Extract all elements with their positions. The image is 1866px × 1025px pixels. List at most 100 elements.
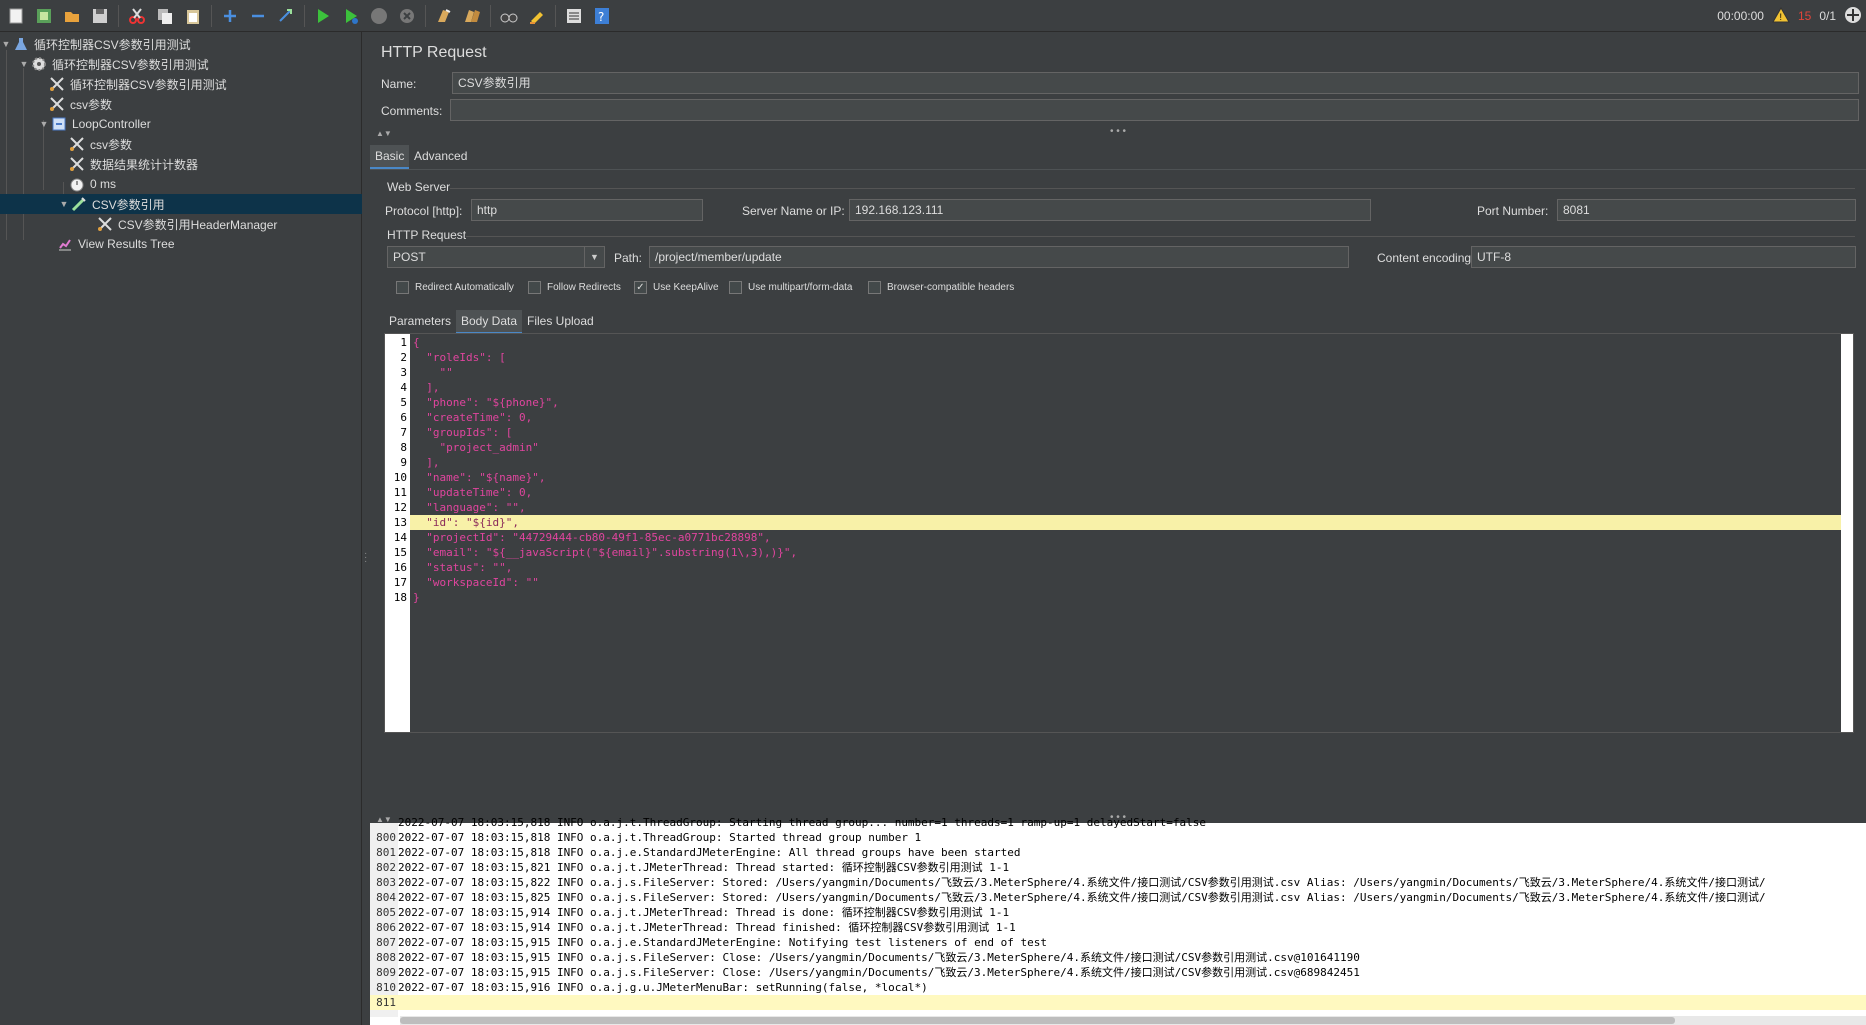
name-field[interactable]: CSV参数引用 xyxy=(452,72,1859,94)
toolbar-separator xyxy=(118,4,119,27)
tab-basic[interactable]: Basic xyxy=(370,145,410,169)
tree-item-timer[interactable]: 0 ms xyxy=(0,174,362,194)
tree-item-csv[interactable]: csv参数 xyxy=(0,94,362,114)
start-icon[interactable] xyxy=(311,4,335,28)
follow-redirects-checkbox[interactable]: Follow Redirects xyxy=(528,281,621,294)
tab-advanced[interactable]: Advanced xyxy=(409,145,472,167)
scissors-icon xyxy=(96,215,114,233)
line-number: 1 xyxy=(400,336,407,349)
tree-item-http-request[interactable]: ▼ CSV参数引用 xyxy=(0,194,362,214)
chevron-down-icon[interactable]: ▼ xyxy=(584,247,604,267)
splitter-grip-icon[interactable]: · · · xyxy=(364,549,367,567)
paste-icon[interactable] xyxy=(181,4,205,28)
stop-icon[interactable] xyxy=(367,4,391,28)
tree-item-csv-nested[interactable]: csv参数 xyxy=(0,134,362,154)
port-field[interactable]: 8081 xyxy=(1557,199,1856,221)
log-line: 810 2022-07-07 18:03:15,916 INFO o.a.j.g.… xyxy=(370,980,1866,995)
cut-icon[interactable] xyxy=(125,4,149,28)
help-icon[interactable]: ? xyxy=(590,4,614,28)
editor-scrollbar[interactable] xyxy=(1841,334,1853,732)
method-select[interactable]: POST ▼ xyxy=(387,246,605,268)
function-helper-icon[interactable] xyxy=(562,4,586,28)
open-folder-icon[interactable] xyxy=(60,4,84,28)
scrollbar-thumb[interactable] xyxy=(400,1017,1675,1024)
code-line: { xyxy=(413,336,420,349)
body-data-editor[interactable]: 1 2 3 4 5 6 7 8 9 10 11 12 13 14 15 16 17 18 { "roleIds":… xyxy=(384,333,1854,733)
search-binoculars-icon[interactable] xyxy=(497,4,521,28)
line-number: 18 xyxy=(393,591,407,604)
log-horizontal-scrollbar[interactable] xyxy=(400,1016,1866,1025)
redirect-auto-checkbox[interactable]: Redirect Automatically xyxy=(396,281,514,294)
log-panel[interactable]: 2022-07-07 18:03:15,818 INFO o.a.j.t.Thr… xyxy=(370,816,1866,1025)
splitter-grip-icon[interactable]: • • • xyxy=(1110,126,1126,137)
server-field[interactable]: 192.168.123.111 xyxy=(849,199,1371,221)
timer-icon xyxy=(68,175,86,193)
expand-icon[interactable] xyxy=(218,4,242,28)
templates-icon[interactable] xyxy=(32,4,56,28)
scissors-icon xyxy=(68,135,86,153)
new-file-icon[interactable] xyxy=(4,4,28,28)
checkbox-box[interactable] xyxy=(868,281,881,294)
collapse-arrow-icon[interactable]: ▼ xyxy=(0,39,12,49)
collapse-arrow-icon[interactable]: ▼ xyxy=(18,59,30,69)
warning-icon[interactable]: ! xyxy=(1772,6,1790,26)
splitter-arrows-icon[interactable]: ▲▼ xyxy=(376,129,392,138)
pipette-icon xyxy=(70,195,88,213)
tab-body-data[interactable]: Body Data xyxy=(456,310,523,334)
comments-splitter[interactable]: ▲▼ • • • xyxy=(370,126,1866,140)
tree-item-thread-group[interactable]: ▼ 循环控制器CSV参数引用测试 xyxy=(0,54,362,74)
tree-item-config[interactable]: 循环控制器CSV参数引用测试 xyxy=(0,74,362,94)
code-area[interactable]: { "roleIds": [ "" ], "phone": "${phone}"… xyxy=(410,334,1853,732)
code-line: "id": "${id}", xyxy=(410,515,1853,530)
tree-item-header-manager[interactable]: CSV参数引用HeaderManager xyxy=(0,214,362,234)
checkbox-label: Follow Redirects xyxy=(547,282,621,293)
multipart-checkbox[interactable]: Use multipart/form-data xyxy=(729,281,852,294)
tree-item-counter[interactable]: 数据结果统计计数器 xyxy=(0,154,362,174)
code-line: ], xyxy=(413,456,440,469)
tree-splitter[interactable]: · · · xyxy=(362,32,370,1025)
log-line-number: 801 xyxy=(376,846,396,859)
path-field[interactable]: /project/member/update xyxy=(649,246,1349,268)
checkmark-icon[interactable]: ✓ xyxy=(634,281,647,294)
tree-item-view-results[interactable]: View Results Tree xyxy=(0,234,362,254)
copy-icon[interactable] xyxy=(153,4,177,28)
checkbox-box[interactable] xyxy=(528,281,541,294)
tab-parameters[interactable]: Parameters xyxy=(384,310,456,332)
start-no-pauses-icon[interactable] xyxy=(339,4,363,28)
reset-search-icon[interactable] xyxy=(525,4,549,28)
browser-headers-checkbox[interactable]: Browser-compatible headers xyxy=(868,281,1014,294)
code-line: "workspaceId": "" xyxy=(413,576,539,589)
loop-icon xyxy=(50,115,68,133)
tree-item-test-plan[interactable]: ▼ 循环控制器CSV参数引用测试 xyxy=(0,34,362,54)
code-line: "" xyxy=(413,366,453,379)
scissors-icon xyxy=(48,95,66,113)
encoding-field[interactable]: UTF-8 xyxy=(1471,246,1856,268)
line-number: 16 xyxy=(393,561,407,574)
collapse-icon[interactable] xyxy=(246,4,270,28)
tree-item-label: 数据结果统计计数器 xyxy=(90,157,199,172)
toolbar-status: 00:00:00 ! 15 0/1 xyxy=(1717,0,1862,32)
keepalive-checkbox[interactable]: ✓ Use KeepAlive xyxy=(634,281,719,294)
toolbar-separator xyxy=(490,4,491,27)
collapse-arrow-icon[interactable]: ▼ xyxy=(58,199,70,209)
log-line: 807 2022-07-07 18:03:15,915 INFO o.a.j.e.… xyxy=(370,935,1866,950)
toolbar-separator xyxy=(555,4,556,27)
protocol-field[interactable]: http xyxy=(471,199,703,221)
clear-icon[interactable] xyxy=(432,4,456,28)
save-icon[interactable] xyxy=(88,4,112,28)
test-plan-tree[interactable]: ▼ 循环控制器CSV参数引用测试 ▼ 循环控制器CSV参数引用测试 循环控制器C… xyxy=(0,32,362,1025)
comments-field[interactable] xyxy=(450,99,1859,121)
tree-item-loop-controller[interactable]: ▼ LoopController xyxy=(0,114,362,134)
toolbar-separator xyxy=(304,4,305,27)
checkbox-box[interactable] xyxy=(729,281,742,294)
toggle-icon[interactable] xyxy=(274,4,298,28)
log-line: 800 2022-07-07 18:03:15,818 INFO o.a.j.t.… xyxy=(370,830,1866,845)
checkbox-box[interactable] xyxy=(396,281,409,294)
clear-all-icon[interactable] xyxy=(460,4,484,28)
collapse-arrow-icon[interactable]: ▼ xyxy=(38,119,50,129)
tab-files-upload[interactable]: Files Upload xyxy=(522,310,599,332)
log-line-text: 2022-07-07 18:03:15,915 INFO o.a.j.s.Fil… xyxy=(398,966,1360,979)
active-threads: 0/1 xyxy=(1819,9,1836,23)
checkbox-label: Redirect Automatically xyxy=(415,282,514,293)
shutdown-icon[interactable] xyxy=(395,4,419,28)
